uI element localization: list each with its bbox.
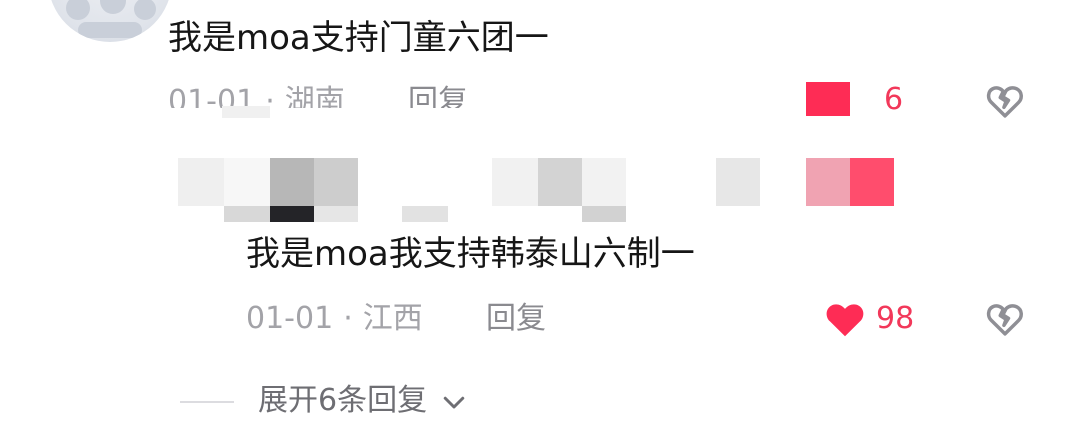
meta-separator: · xyxy=(265,84,275,108)
comment-location: 湖南 xyxy=(284,84,345,108)
reply-date: 01-01 xyxy=(246,301,334,336)
expand-replies-label: 展开6条回复 xyxy=(258,383,428,418)
heart-icon[interactable] xyxy=(822,296,868,342)
reply-button[interactable]: 回复 xyxy=(408,84,468,108)
reply-meta: 01-01 · 江西 xyxy=(246,301,423,337)
broken-heart-icon[interactable] xyxy=(984,80,1026,122)
reply-location: 江西 xyxy=(362,301,423,336)
broken-heart-icon[interactable] xyxy=(984,298,1026,340)
comment-meta: 01-01 · 湖南 xyxy=(168,84,345,108)
comment-date: 01-01 xyxy=(168,84,256,108)
chevron-down-icon xyxy=(443,396,464,408)
expand-replies-button[interactable]: 展开6条回复 xyxy=(258,383,469,419)
like-count: 6 xyxy=(884,82,904,117)
comment-text: 我是moa支持门童六团一 xyxy=(168,18,549,58)
commenter-avatar[interactable] xyxy=(48,0,172,42)
reply-button[interactable]: 回复 xyxy=(486,301,546,337)
like-count: 98 xyxy=(876,301,915,336)
like-heart-icon[interactable] xyxy=(806,82,850,116)
expand-divider xyxy=(180,401,234,403)
meta-separator: · xyxy=(343,301,353,336)
reply-text: 我是moa我支持韩泰山六制一 xyxy=(246,234,695,274)
